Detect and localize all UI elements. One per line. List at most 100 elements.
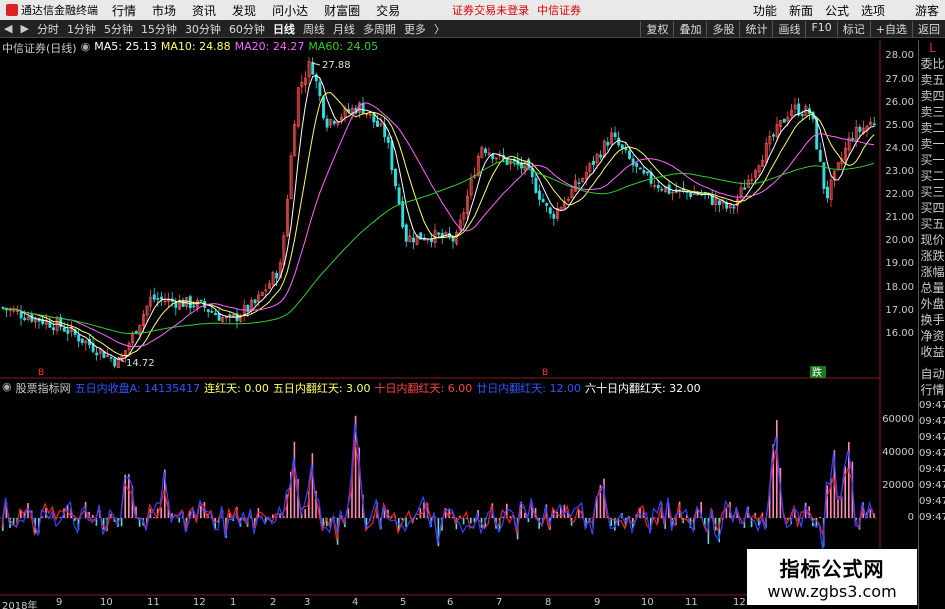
- sidebar-item-quotes[interactable]: 行情: [919, 382, 945, 398]
- indicator-bar: [95, 518, 98, 526]
- x-tick: 10: [100, 597, 113, 608]
- period-tab-multi[interactable]: 多周期: [359, 21, 400, 37]
- trade-login-warning[interactable]: 证券交易未登录: [448, 2, 533, 18]
- sidebar-item-bid3[interactable]: 买三: [919, 184, 945, 200]
- indicator-bar: [426, 503, 429, 518]
- sidebar-item-earnings[interactable]: 收益: [919, 344, 945, 360]
- indicator-bar: [268, 518, 270, 521]
- candle: [221, 316, 225, 322]
- indicator-bar: [826, 485, 828, 518]
- mark-button[interactable]: 标记: [836, 20, 870, 37]
- period-tab-monthly[interactable]: 月线: [329, 21, 359, 37]
- y-tick: 60000: [882, 414, 914, 425]
- indicator-bar: [171, 513, 173, 518]
- multi-stock-button[interactable]: 多股: [706, 20, 739, 37]
- indicator-bar: [261, 517, 263, 518]
- sidebar-item-net-asset[interactable]: 净资: [919, 328, 945, 344]
- sidebar-level[interactable]: L: [919, 40, 945, 56]
- f10-button[interactable]: F10: [805, 20, 836, 37]
- indicator-value-1: 五日内收盘A: 14135417: [74, 382, 201, 395]
- indicator-bar: [578, 510, 580, 518]
- menu-discover[interactable]: 发现: [224, 2, 264, 19]
- settings-icon[interactable]: ◉: [2, 380, 12, 394]
- period-tab-minute[interactable]: 分时: [33, 21, 63, 37]
- sidebar-item-ask4[interactable]: 卖四: [919, 88, 945, 104]
- indicator-bar: [686, 515, 688, 518]
- back-icon[interactable]: ◀: [0, 22, 16, 35]
- adjust-button[interactable]: 复权: [640, 20, 673, 37]
- stock-name[interactable]: 中信证券(日线): [2, 40, 77, 55]
- y-tick: 18.00: [885, 282, 914, 293]
- menu-news[interactable]: 资讯: [184, 2, 224, 19]
- indicator-bar: [99, 510, 101, 518]
- sidebar-item-change[interactable]: 涨跌: [919, 248, 945, 264]
- menu-new-page[interactable]: 新面: [783, 2, 819, 19]
- return-button[interactable]: 返回: [912, 20, 945, 37]
- indicator-bar: [149, 509, 152, 518]
- candle: [570, 188, 574, 198]
- menu-quotes[interactable]: 行情: [104, 2, 144, 19]
- period-tab-60min[interactable]: 60分钟: [225, 21, 269, 37]
- sidebar-item-change-pct[interactable]: 涨幅: [919, 264, 945, 280]
- candle: [811, 111, 815, 120]
- sidebar-item-auto[interactable]: 自动: [919, 366, 945, 382]
- indicator-bar: [225, 518, 227, 539]
- menu-guest[interactable]: 游客: [909, 2, 945, 19]
- tick-time: 09:47: [919, 464, 945, 475]
- menu-formula[interactable]: 公式: [819, 2, 855, 19]
- stats-button[interactable]: 统计: [739, 20, 772, 37]
- indicator-bar: [131, 485, 134, 518]
- x-tick: 6: [447, 597, 454, 608]
- menu-wealth[interactable]: 财富圈: [316, 2, 368, 19]
- indicator-bar: [704, 518, 706, 528]
- broker-name[interactable]: 中信证券: [533, 2, 585, 18]
- chevron-right-icon[interactable]: 〉: [430, 21, 449, 37]
- draw-button[interactable]: 画线: [772, 20, 805, 37]
- indicator-bar: [815, 518, 818, 528]
- y-tick: 26.00: [885, 97, 914, 108]
- period-tab-more[interactable]: 更多: [400, 21, 430, 37]
- period-tab-15min[interactable]: 15分钟: [137, 21, 181, 37]
- period-tab-weekly[interactable]: 周线: [299, 21, 329, 37]
- indicator-bar: [588, 518, 591, 522]
- period-tab-5min[interactable]: 5分钟: [100, 21, 137, 37]
- indicator-bar: [628, 516, 630, 518]
- period-tab-30min[interactable]: 30分钟: [181, 21, 225, 37]
- period-tab-daily[interactable]: 日线: [269, 21, 299, 37]
- indicator-bar: [866, 512, 868, 518]
- sidebar-item-turnover[interactable]: 换手: [919, 312, 945, 328]
- sidebar-item-ask1[interactable]: 卖一: [919, 136, 945, 152]
- sidebar-item-ask2[interactable]: 卖二: [919, 120, 945, 136]
- overlay-button[interactable]: 叠加: [673, 20, 706, 37]
- indicator-bar: [290, 471, 292, 518]
- indicator-name[interactable]: 股票指标网: [16, 380, 71, 395]
- sidebar-item-price[interactable]: 现价: [919, 232, 945, 248]
- forward-icon[interactable]: ▶: [16, 22, 32, 35]
- add-watchlist-button[interactable]: +自选: [869, 20, 912, 37]
- sidebar-item-order-ratio[interactable]: 委比: [919, 56, 945, 72]
- sidebar-item-ask5[interactable]: 卖五: [919, 72, 945, 88]
- sidebar-item-bid1[interactable]: 买一: [919, 152, 945, 168]
- sidebar-item-bid5[interactable]: 买五: [919, 216, 945, 232]
- candle: [282, 235, 286, 265]
- sidebar-item-volume[interactable]: 总量: [919, 280, 945, 296]
- sidebar-item-bid2[interactable]: 买二: [919, 168, 945, 184]
- period-tab-1min[interactable]: 1分钟: [63, 21, 100, 37]
- candlestick-chart[interactable]: 27.88 14.72 B B 跌: [0, 0, 945, 609]
- high-price-pointer: [311, 62, 321, 66]
- sidebar-item-outer[interactable]: 外盘: [919, 296, 945, 312]
- menu-ask[interactable]: 问小达: [264, 2, 316, 19]
- menu-options[interactable]: 选项: [855, 2, 891, 19]
- menu-market[interactable]: 市场: [144, 2, 184, 19]
- indicator-bar: [761, 512, 764, 518]
- menu-trade[interactable]: 交易: [368, 2, 408, 19]
- candle: [91, 343, 95, 352]
- menu-function[interactable]: 功能: [747, 2, 783, 19]
- indicator-bar: [369, 518, 371, 521]
- sidebar-item-bid4[interactable]: 买四: [919, 200, 945, 216]
- indicator-bar: [610, 518, 612, 527]
- sidebar-item-ask3[interactable]: 卖三: [919, 104, 945, 120]
- ma20-label: MA20: 24.27: [234, 40, 305, 53]
- settings-icon[interactable]: ◉: [81, 40, 91, 54]
- indicator-bar: [675, 518, 677, 525]
